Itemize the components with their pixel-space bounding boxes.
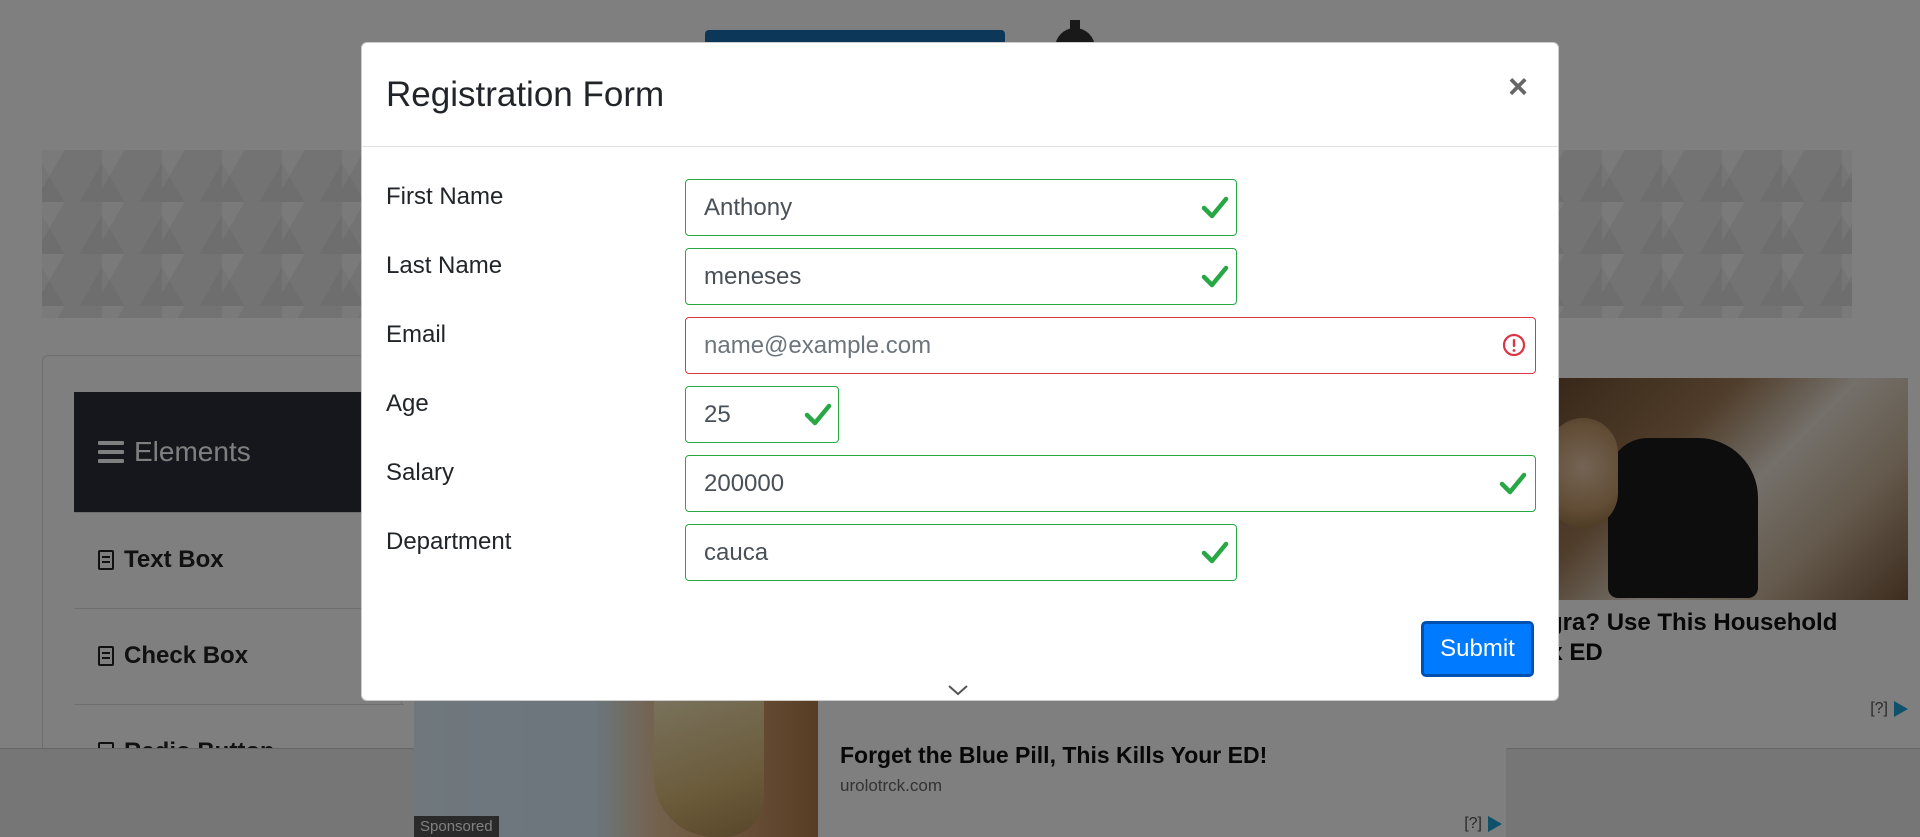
first-name-input[interactable] [685,179,1237,236]
form-row-last-name: Last Name [386,248,1536,317]
check-icon [804,403,832,426]
chevron-down-icon[interactable] [947,683,969,697]
registration-modal: Registration Form × First Name Last Name… [361,42,1559,701]
salary-input[interactable] [685,455,1536,512]
modal-title: Registration Form [386,75,665,114]
check-icon [1201,196,1229,219]
form-row-email: Email [386,317,1536,386]
form-row-department: Department [386,524,1536,593]
form-row-salary: Salary [386,455,1536,524]
first-name-label: First Name [386,183,504,210]
last-name-label: Last Name [386,252,503,279]
age-label: Age [386,390,429,417]
check-icon [1201,265,1229,288]
email-label: Email [386,321,447,348]
department-input[interactable] [685,524,1237,581]
form-row-first-name: First Name [386,179,1536,248]
last-name-input[interactable] [685,248,1237,305]
registration-form: First Name Last Name Email Ag [386,179,1536,593]
modal-header: Registration Form × [362,43,1558,147]
department-label: Department [386,528,512,555]
salary-label: Salary [386,459,455,486]
check-icon [1201,541,1229,564]
form-row-age: Age [386,386,1536,455]
email-input[interactable] [685,317,1536,374]
close-button[interactable]: × [1502,70,1534,104]
exclamation-circle-icon [1502,333,1526,357]
check-icon [1499,472,1527,495]
submit-button[interactable]: Submit [1421,621,1534,677]
